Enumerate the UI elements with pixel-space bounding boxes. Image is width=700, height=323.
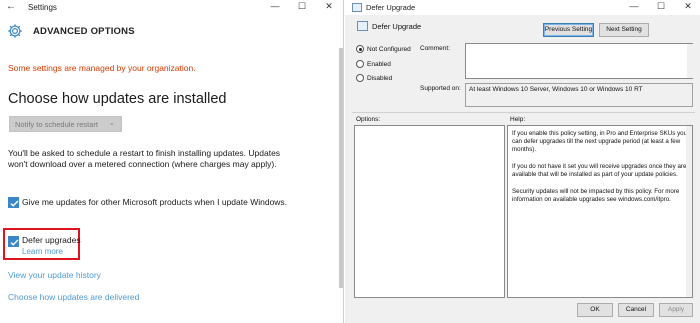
section-heading: Choose how updates are installed (8, 91, 227, 107)
radio-not-configured-label: Not Configured (367, 46, 411, 53)
radio-not-configured[interactable] (356, 45, 364, 53)
policy-name: Defer Upgrade (372, 22, 422, 31)
policy-window-title: Defer Upgrade (366, 3, 416, 12)
radio-enabled[interactable] (356, 60, 364, 68)
supported-on-label: Supported on: (420, 85, 461, 92)
defer-upgrades-checkbox[interactable] (8, 236, 19, 247)
gear-icon (8, 24, 22, 38)
policy-app-icon (352, 3, 362, 12)
policy-titlebar: Defer Upgrade — ☐ ✕ (345, 0, 700, 15)
policy-editor-window: Defer Upgrade — ☐ ✕ Defer Upgrade Previo… (345, 0, 700, 323)
previous-setting-button[interactable]: Previous Setting (543, 23, 594, 37)
help-scrollbar[interactable] (686, 126, 692, 297)
checkmark-icon (10, 200, 19, 207)
other-products-checkbox[interactable] (8, 197, 19, 208)
other-products-label: Give me updates for other Microsoft prod… (22, 197, 288, 207)
help-panel: If you enable this policy setting, in Pr… (507, 125, 693, 298)
ok-button[interactable]: OK (577, 303, 613, 317)
settings-window: ← Settings — ☐ ✕ ADVANCED OPTIONS Some s… (0, 0, 344, 323)
supported-on-field: At least Windows 10 Server, Windows 10 o… (465, 83, 693, 107)
comment-label: Comment: (420, 45, 450, 52)
defer-upgrades-label: Defer upgrades (22, 235, 81, 245)
cancel-button[interactable]: Cancel (618, 303, 654, 317)
dropdown-selected-value: Notify to schedule restart (15, 120, 98, 129)
help-paragraph: If you do not have it set you will recei… (512, 163, 687, 178)
help-paragraph: If you enable this policy setting, in Pr… (512, 130, 688, 153)
radio-disabled-label: Disabled (367, 75, 393, 82)
back-arrow-icon[interactable]: ← (6, 1, 16, 12)
restart-info-text: You'll be asked to schedule a restart to… (8, 148, 281, 169)
settings-maximize-button[interactable]: ☐ (295, 1, 309, 12)
section-divider (352, 112, 695, 113)
options-panel (354, 125, 505, 298)
page-title: ADVANCED OPTIONS (33, 26, 135, 37)
radio-enabled-label: Enabled (367, 61, 391, 68)
scrollbar[interactable] (339, 48, 343, 288)
chevron-down-icon: ⌄ (109, 120, 115, 127)
supported-scrollbar[interactable] (686, 84, 692, 106)
radio-disabled[interactable] (356, 74, 364, 82)
settings-window-title: Settings (28, 3, 57, 12)
update-delivery-link[interactable]: Choose how updates are delivered (8, 292, 139, 302)
settings-close-button[interactable]: ✕ (322, 1, 336, 12)
help-label: Help: (510, 116, 526, 123)
help-paragraph: Security updates will not be impacted by… (512, 188, 680, 203)
settings-page-header: ADVANCED OPTIONS (0, 20, 343, 46)
next-setting-button[interactable]: Next Setting (599, 23, 649, 37)
policy-close-button[interactable]: ✕ (681, 1, 695, 12)
options-label: Options: (356, 116, 381, 123)
checkmark-icon (10, 239, 19, 246)
comment-scrollbar[interactable] (687, 44, 693, 78)
settings-titlebar: ← Settings — ☐ ✕ (0, 0, 343, 16)
policy-maximize-button[interactable]: ☐ (654, 1, 668, 12)
update-history-link[interactable]: View your update history (8, 270, 101, 280)
supported-on-value: At least Windows 10 Server, Windows 10 o… (469, 86, 643, 93)
settings-minimize-button[interactable]: — (268, 1, 282, 11)
policy-setting-icon (357, 21, 368, 31)
learn-more-link[interactable]: Learn more (22, 247, 63, 256)
radio-selected-dot (358, 47, 362, 51)
apply-button[interactable]: Apply (659, 303, 693, 317)
org-managed-notice: Some settings are managed by your organi… (8, 63, 196, 73)
restart-mode-dropdown[interactable]: Notify to schedule restart ⌄ (9, 116, 122, 132)
comment-textarea[interactable] (465, 43, 693, 79)
policy-minimize-button[interactable]: — (627, 1, 641, 11)
